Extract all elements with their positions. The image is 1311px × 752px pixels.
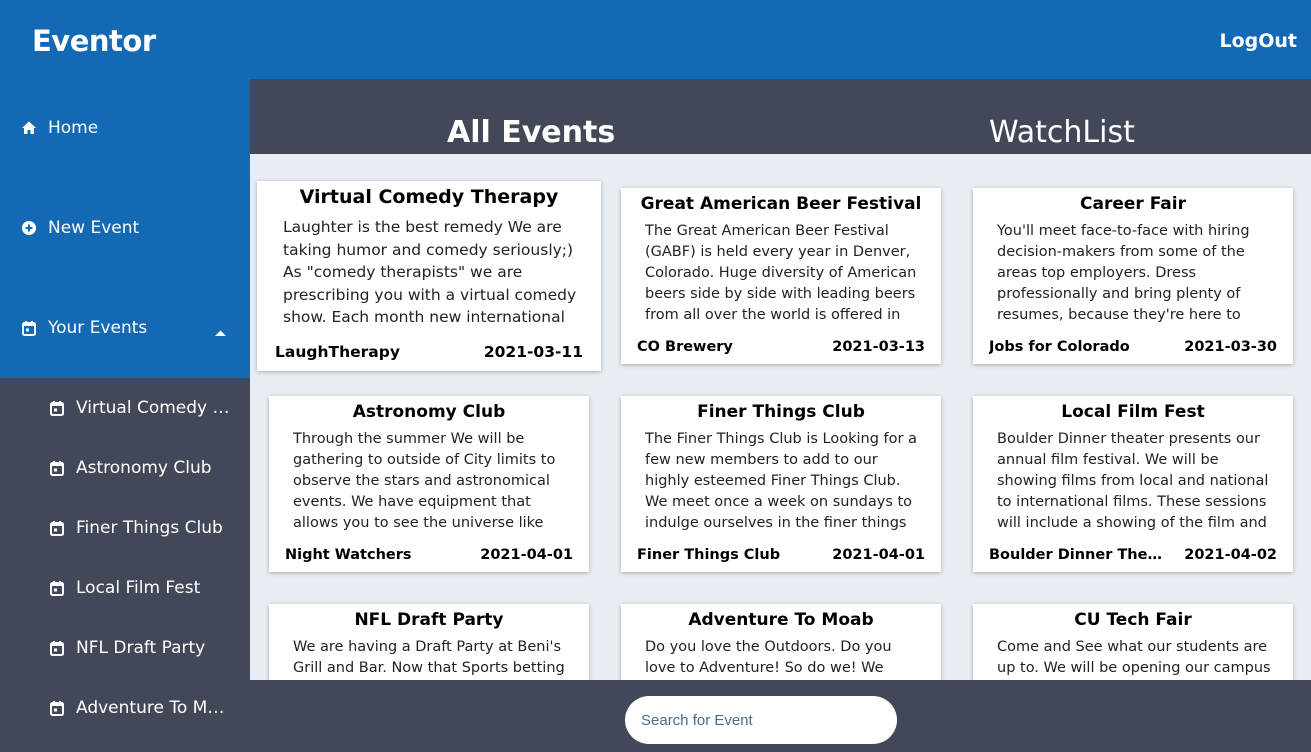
event-date: 2021-03-13 bbox=[832, 339, 925, 355]
sidebar: Home New Event Your Events Virtual Comed… bbox=[0, 79, 250, 752]
sidebar-event-label: Finer Things Club bbox=[76, 518, 223, 538]
event-description: The Finer Things Club is Looking for a f… bbox=[645, 431, 917, 531]
event-description: Through the summer We will be gathering … bbox=[293, 431, 556, 531]
tab-bar: All Events WatchList bbox=[250, 79, 1311, 154]
sidebar-event-label: Virtual Comedy Therapy bbox=[76, 398, 231, 418]
calendar-icon bbox=[49, 700, 65, 716]
event-title: Astronomy Club bbox=[352, 402, 506, 422]
event-host: Boulder Dinner Theater bbox=[989, 547, 1164, 563]
calendar-icon bbox=[49, 640, 65, 656]
event-description: You'll meet face-to-face with hiring dec… bbox=[997, 223, 1250, 323]
sidebar-main-nav: Home New Event Your Events bbox=[0, 79, 250, 378]
event-card[interactable]: Career Fair You'll meet face-to-face wit… bbox=[973, 188, 1293, 364]
top-bar: Eventor LogOut bbox=[0, 0, 1311, 79]
event-title: Local Film Fest bbox=[1061, 402, 1205, 422]
brand-logo[interactable]: Eventor bbox=[32, 24, 156, 58]
event-description: Come and See what our students are up to… bbox=[997, 639, 1271, 676]
event-title: CU Tech Fair bbox=[1074, 610, 1192, 630]
sidebar-item-your-events[interactable]: Your Events bbox=[0, 308, 250, 348]
event-title: Adventure To Moab bbox=[688, 610, 874, 630]
tab-watchlist[interactable]: WatchList bbox=[989, 115, 1135, 150]
event-description: The Great American Beer Festival (GABF) … bbox=[645, 223, 917, 323]
sidebar-item-new-event[interactable]: New Event bbox=[0, 208, 250, 248]
event-host: Jobs for Colorado bbox=[989, 339, 1130, 355]
event-card[interactable]: NFL Draft Party We are having a Draft Pa… bbox=[269, 604, 589, 680]
event-date: 2021-04-01 bbox=[832, 547, 925, 563]
sidebar-item-home[interactable]: Home bbox=[0, 108, 250, 148]
calendar-icon bbox=[49, 520, 65, 536]
sidebar-event-label: Local Film Fest bbox=[76, 578, 201, 598]
event-host: Finer Things Club bbox=[637, 547, 781, 563]
footer-bar bbox=[250, 680, 1311, 752]
event-date: 2021-04-01 bbox=[480, 547, 573, 563]
sidebar-event-item[interactable]: Adventure To Moab bbox=[0, 688, 250, 728]
sidebar-item-label: Home bbox=[48, 118, 99, 138]
tab-all-events[interactable]: All Events bbox=[447, 115, 615, 150]
sidebar-event-item[interactable]: Virtual Comedy Therapy bbox=[0, 388, 250, 428]
event-title: Virtual Comedy Therapy bbox=[299, 186, 559, 208]
sidebar-event-item[interactable]: Astronomy Club bbox=[0, 448, 250, 488]
event-card[interactable]: Adventure To Moab Do you love the Outdoo… bbox=[621, 604, 941, 680]
sidebar-event-item[interactable]: Finer Things Club bbox=[0, 508, 250, 548]
event-host: CO Brewery bbox=[637, 339, 733, 355]
calendar-icon bbox=[21, 320, 37, 336]
event-description: We are having a Draft Party at Beni's Gr… bbox=[293, 639, 565, 676]
event-description: Boulder Dinner theater presents our annu… bbox=[997, 431, 1269, 531]
event-host: LaughTherapy bbox=[275, 343, 400, 361]
sidebar-event-item[interactable]: NFL Draft Party bbox=[0, 628, 250, 668]
events-grid: Virtual Comedy Therapy Laughter is the b… bbox=[250, 154, 1311, 680]
home-icon bbox=[21, 120, 37, 136]
calendar-icon bbox=[49, 580, 65, 596]
event-date: 2021-03-11 bbox=[483, 343, 583, 361]
event-card[interactable]: Finer Things Club The Finer Things Club … bbox=[621, 396, 941, 572]
event-title: NFL Draft Party bbox=[354, 610, 504, 630]
event-card[interactable]: CU Tech Fair Come and See what our stude… bbox=[973, 604, 1293, 680]
event-card[interactable]: Local Film Fest Boulder Dinner theater p… bbox=[973, 396, 1293, 572]
caret-up-icon[interactable] bbox=[215, 322, 226, 342]
event-card[interactable]: Great American Beer Festival The Great A… bbox=[621, 188, 941, 364]
sidebar-item-label: New Event bbox=[48, 218, 140, 238]
event-description: Laughter is the best remedy We are takin… bbox=[283, 218, 577, 326]
sidebar-item-label: Your Events bbox=[48, 318, 148, 338]
event-title: Finer Things Club bbox=[697, 402, 865, 422]
event-title: Career Fair bbox=[1080, 194, 1186, 214]
event-date: 2021-04-02 bbox=[1184, 547, 1277, 563]
sidebar-event-label: Astronomy Club bbox=[76, 458, 212, 478]
search-input[interactable] bbox=[625, 696, 897, 744]
event-title: Great American Beer Festival bbox=[640, 194, 922, 214]
add-circle-icon bbox=[21, 220, 37, 236]
event-host: Night Watchers bbox=[285, 547, 412, 563]
event-date: 2021-03-30 bbox=[1184, 339, 1277, 355]
sidebar-event-item[interactable]: Local Film Fest bbox=[0, 568, 250, 608]
sidebar-event-label: NFL Draft Party bbox=[76, 638, 206, 658]
event-card[interactable]: Astronomy Club Through the summer We wil… bbox=[269, 396, 589, 572]
calendar-icon bbox=[49, 460, 65, 476]
event-card[interactable]: Virtual Comedy Therapy Laughter is the b… bbox=[257, 181, 601, 371]
calendar-icon bbox=[49, 400, 65, 416]
logout-button[interactable]: LogOut bbox=[1219, 30, 1297, 52]
event-description: Do you love the Outdoors. Do you love to… bbox=[645, 639, 892, 676]
sidebar-event-label: Adventure To Moab bbox=[76, 698, 231, 718]
